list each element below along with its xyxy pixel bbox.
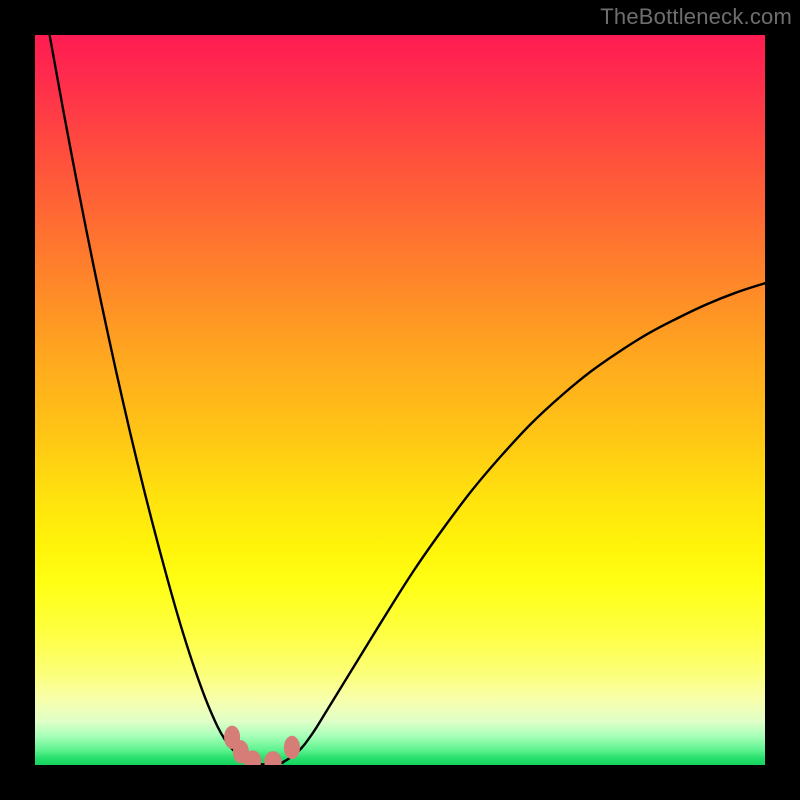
curve-svg [35, 35, 765, 765]
bottleneck-curve [50, 35, 765, 764]
chart-frame: TheBottleneck.com [0, 0, 800, 800]
marker-trough-right [264, 751, 282, 765]
watermark-text: TheBottleneck.com [600, 4, 792, 30]
marker-right-cluster [284, 736, 300, 759]
plot-area [35, 35, 765, 765]
